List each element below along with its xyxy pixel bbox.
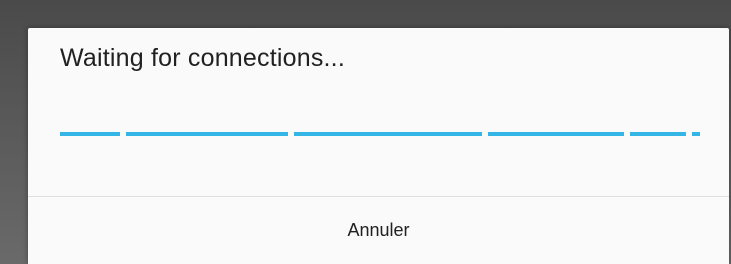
progress-segment [692,132,700,136]
progress-segment [488,132,624,136]
progress-segment [126,132,288,136]
dialog-title: Waiting for connections... [60,44,345,72]
progress-segment [60,132,120,136]
cancel-button[interactable]: Annuler [28,197,729,264]
progress-segment [294,132,482,136]
progress-dialog: Waiting for connections... Annuler [28,28,729,264]
progress-bar [60,132,702,136]
progress-segment [630,132,686,136]
